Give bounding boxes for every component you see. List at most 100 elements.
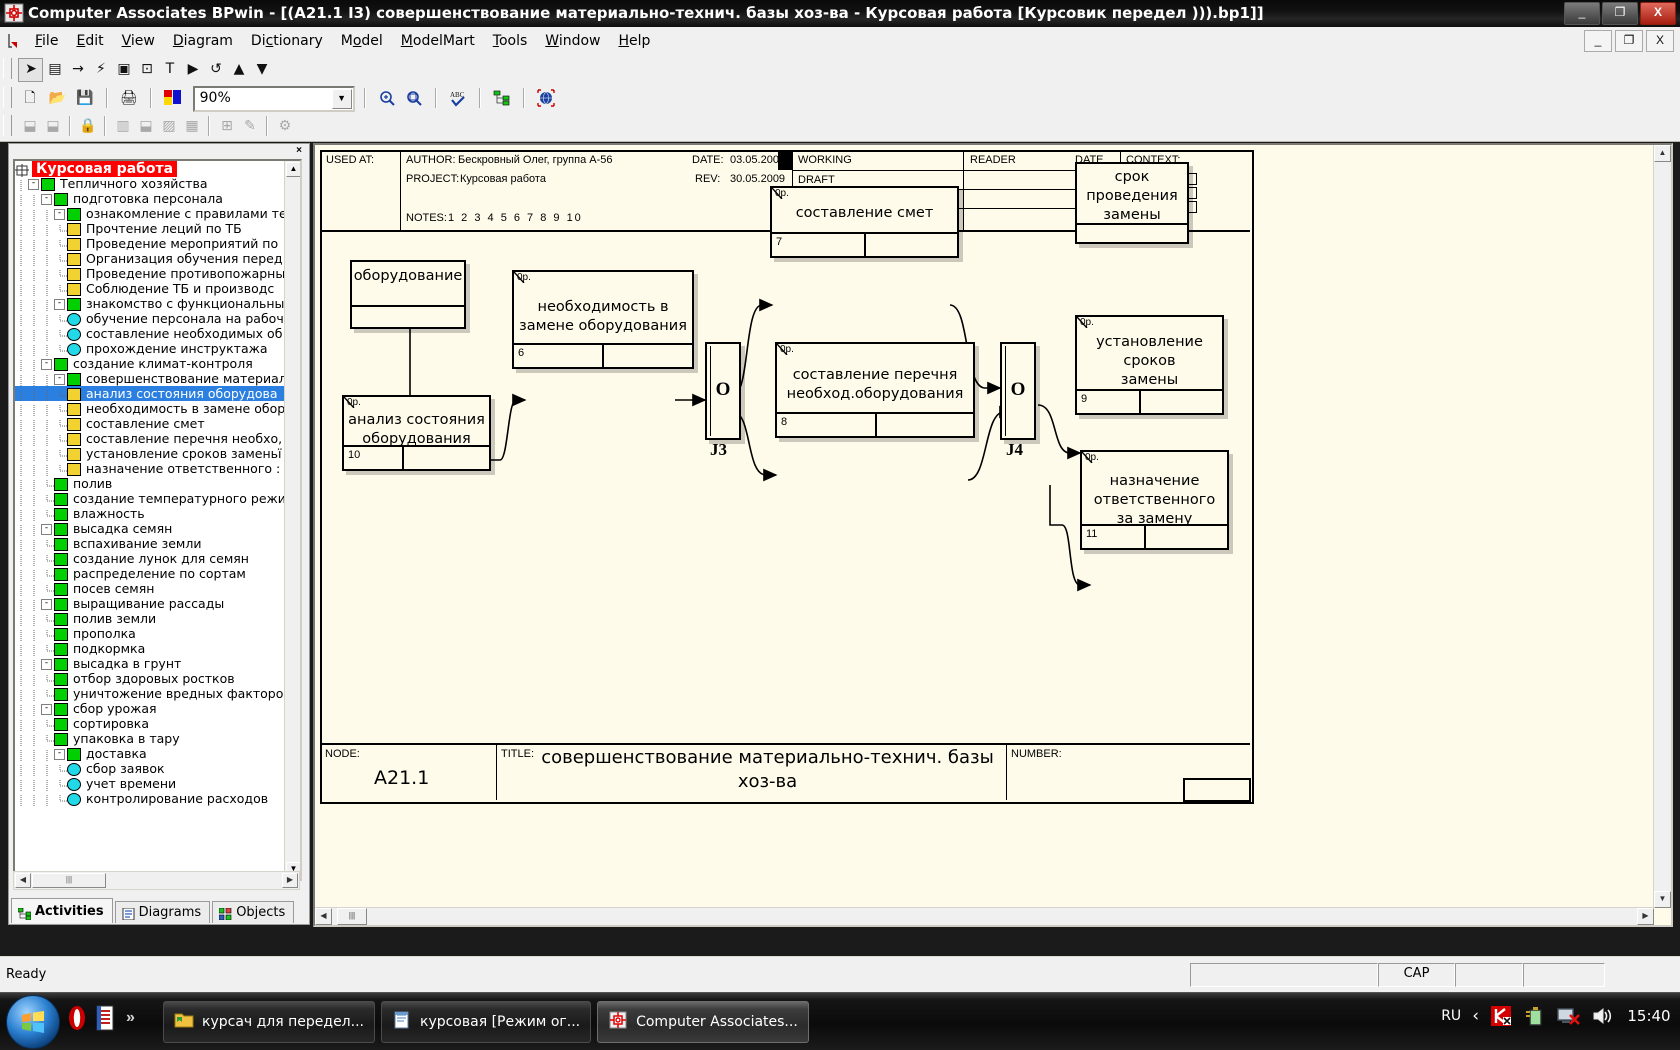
hscroll-thumb[interactable]: ||| [32, 873, 106, 888]
mdi-minimize-button[interactable]: _ [1584, 30, 1612, 52]
diagram-node-analysis[interactable]: 0р. анализ состоянияоборудования 10 [342, 395, 491, 471]
battery-icon[interactable] [1523, 1005, 1545, 1027]
diagram-node-assign-responsible[interactable]: 0р. назначениеответственногоза замену 11 [1080, 450, 1229, 550]
tree-item[interactable]: Соблюдение ТБ и производс [15, 281, 284, 296]
tree-item[interactable]: отбор здоровых ростков [15, 671, 284, 686]
globe-icon[interactable] [535, 87, 558, 109]
tree-item[interactable]: вспахивание земли [15, 536, 284, 551]
play-icon[interactable]: ▶ [181, 58, 204, 80]
diagram-node-estimates[interactable]: 0р. составление смет 7 [770, 186, 959, 258]
activity-box-icon[interactable]: ▤ [43, 58, 66, 80]
menu-item-help[interactable]: Help [609, 30, 659, 52]
menu-item-edit[interactable]: Edit [67, 30, 112, 52]
tree-item[interactable]: прохождение инструктажа [15, 341, 284, 356]
tree-item[interactable]: создание температурного режи [15, 491, 284, 506]
tree-item[interactable]: -знакомство с функциональным [15, 296, 284, 311]
tree-item[interactable]: уничтожение вредных факторо [15, 686, 284, 701]
fit-to-window-icon[interactable] [403, 87, 426, 109]
tree-item[interactable]: учет времени [15, 776, 284, 791]
hscroll-right-icon[interactable]: ▶ [282, 873, 298, 888]
tree-item[interactable]: распределение по сортам [15, 566, 284, 581]
new-file-icon[interactable]: 🗋 [18, 87, 41, 109]
tree-item[interactable]: -совершенствование материаль [15, 371, 284, 386]
tree-item[interactable]: необходимость в замене обор [15, 401, 284, 416]
tree-expander-icon[interactable]: - [41, 659, 52, 670]
diagram-node-replacement-term[interactable]: срокпроведениязамены [1075, 162, 1189, 244]
mdi-close-button[interactable]: X [1646, 30, 1674, 52]
menu-item-tools[interactable]: Tools [484, 30, 537, 52]
zoom-in-icon[interactable] [376, 87, 399, 109]
notes-icon[interactable] [94, 1003, 116, 1033]
toolbar-grip[interactable] [3, 115, 12, 136]
taskbar-button[interactable]: Computer Associates... [597, 1001, 809, 1043]
diagram-horizontal-scrollbar[interactable]: ◀ ||| ▶ [315, 907, 1654, 925]
menu-item-dictionary[interactable]: Dictionary [242, 30, 332, 52]
scroll-up-icon[interactable]: ▲ [286, 162, 301, 177]
tree-item[interactable]: контролирование расходов [15, 791, 284, 806]
tree-item[interactable]: -ознакомление с правилами техн [15, 206, 284, 221]
diagram-scroll-left-icon[interactable]: ◀ [315, 908, 332, 925]
diagram-node-set-terms[interactable]: 0р. установлениесроковзамены 9 [1075, 315, 1224, 415]
rotate-icon[interactable]: ↺ [204, 58, 227, 80]
zoom-combobox[interactable]: 90% ▼ [193, 86, 355, 112]
explorer-close-icon[interactable]: × [293, 145, 305, 157]
kaspersky-icon[interactable] [1490, 1005, 1512, 1027]
tree-item[interactable]: подкормка [15, 641, 284, 656]
diagram-hscroll-thumb[interactable]: ||| [337, 908, 367, 925]
menu-item-file[interactable]: File [26, 30, 67, 52]
tree-item[interactable]: составление перечня необхо, [15, 431, 284, 446]
toolbar-grip[interactable] [3, 87, 12, 108]
rule-icon[interactable]: ⊡ [135, 58, 158, 80]
menu-item-window[interactable]: Window [536, 30, 609, 52]
diagram-junction-j3[interactable]: O [705, 342, 741, 440]
taskbar-button[interactable]: курсовая [Режим ог... [381, 1001, 591, 1043]
print-icon[interactable]: 🖨 [117, 87, 140, 109]
tree-item[interactable]: -подготовка персонала [15, 191, 284, 206]
tree-item[interactable]: Прочтение леций по ТБ [15, 221, 284, 236]
tree-item[interactable]: полив [15, 476, 284, 491]
diagram-node-need-replace[interactable]: 0р. необходимость взамене оборудования 6 [512, 270, 694, 369]
tree-expander-icon[interactable]: - [54, 374, 65, 385]
tree-item[interactable]: назначение ответственного : [15, 461, 284, 476]
language-indicator[interactable]: RU [1441, 1008, 1461, 1024]
window-close-button[interactable]: X [1640, 2, 1676, 25]
tree-vertical-scrollbar[interactable]: ▲ ▼ [284, 161, 300, 879]
tray-expand-icon[interactable]: ‹ [1472, 1006, 1479, 1026]
down-icon[interactable]: ▼ [250, 58, 273, 80]
chevron-down-icon[interactable]: ▼ [332, 89, 352, 109]
tree-item[interactable]: анализ состояния оборудова [15, 386, 284, 401]
hscroll-left-icon[interactable]: ◀ [15, 873, 31, 888]
tree-expander-icon[interactable]: - [54, 209, 65, 220]
activities-tree[interactable]: Курсовая работа-Тепличного хозяйства-под… [13, 159, 302, 881]
diagram-node-equipment[interactable]: оборудование [350, 260, 466, 329]
tree-item[interactable]: Курсовая работа [15, 161, 284, 176]
diagram-scroll-right-icon[interactable]: ▶ [1637, 908, 1654, 925]
tree-item[interactable]: обучение персонала на рабоч [15, 311, 284, 326]
quick-launch-overflow-icon[interactable]: » [126, 1009, 135, 1027]
volume-icon[interactable] [1591, 1005, 1615, 1027]
color-palette-icon[interactable] [161, 87, 184, 109]
tree-item[interactable]: влажность [15, 506, 284, 521]
tree-item[interactable]: упаковка в тару [15, 731, 284, 746]
tree-expander-icon[interactable]: - [41, 524, 52, 535]
explorer-tab-activities[interactable]: Activities [11, 898, 113, 923]
tree-expander-icon[interactable]: - [54, 749, 65, 760]
menu-item-model[interactable]: Model [332, 30, 392, 52]
save-file-icon[interactable]: 💾 [73, 87, 96, 109]
tree-item[interactable]: -доставка [15, 746, 284, 761]
tree-item[interactable]: -высадка семян [15, 521, 284, 536]
tree-item[interactable]: посев семян [15, 581, 284, 596]
menu-item-modelmart[interactable]: ModelMart [392, 30, 484, 52]
taskbar-clock[interactable]: 15:40 [1626, 1007, 1672, 1025]
tree-item[interactable]: -высадка в грунт [15, 656, 284, 671]
tree-item[interactable]: -выращивание рассады [15, 596, 284, 611]
menu-item-diagram[interactable]: Diagram [164, 30, 242, 52]
tree-item[interactable]: создание лунок для семян [15, 551, 284, 566]
open-file-icon[interactable]: 📂 [46, 87, 69, 109]
tree-expander-icon[interactable]: - [41, 194, 52, 205]
diagram-junction-j4[interactable]: O [1000, 342, 1036, 440]
tree-item[interactable]: сортировка [15, 716, 284, 731]
taskbar-button[interactable]: курсач для передел... [163, 1001, 375, 1043]
window-minimize-button[interactable]: _ [1564, 2, 1600, 25]
opera-icon[interactable] [66, 1003, 88, 1033]
